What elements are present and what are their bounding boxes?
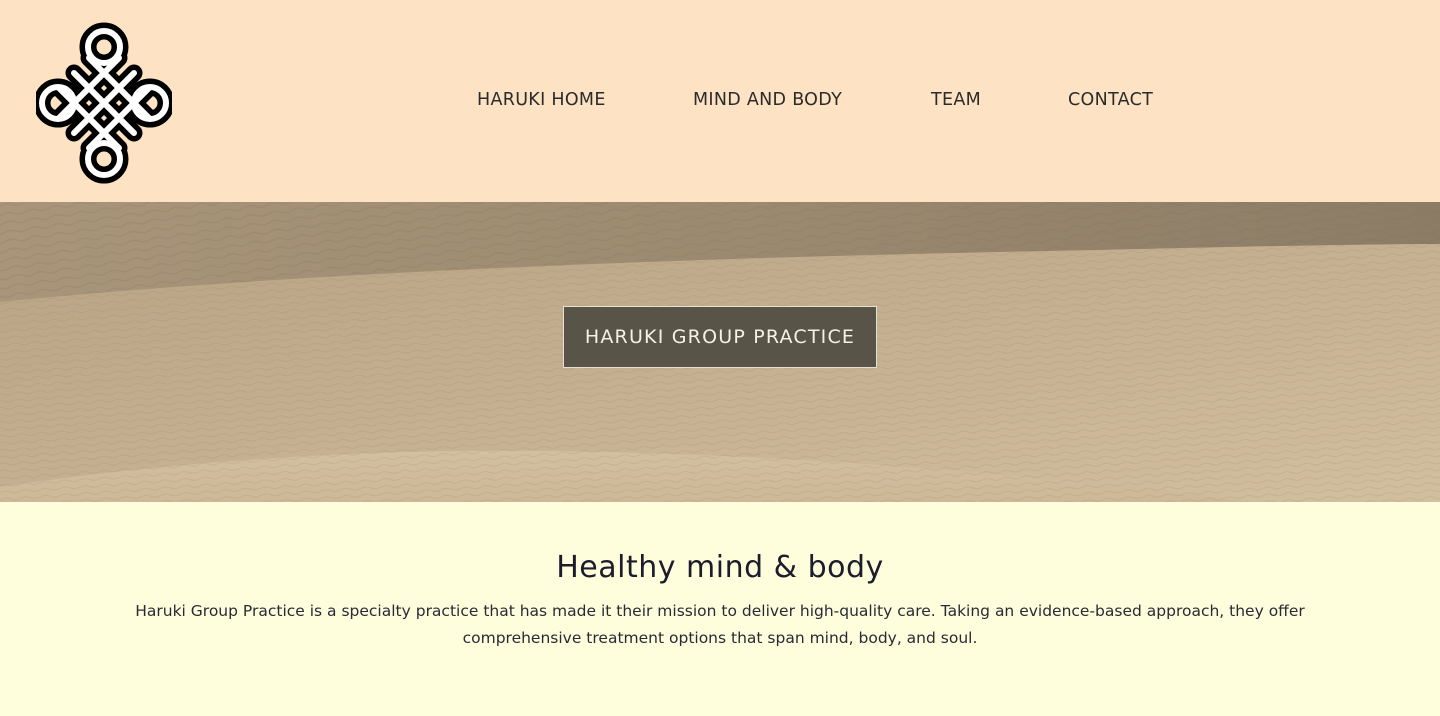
intro-section: Healthy mind & body Haruki Group Practic… <box>0 502 1440 716</box>
intro-paragraph: Haruki Group Practice is a specialty pra… <box>135 602 1305 647</box>
nav-item-team[interactable]: TEAM <box>931 88 981 112</box>
main-nav: HARUKI HOME MIND AND BODY TEAM CONTACT <box>0 88 1440 112</box>
nav-item-haruki-home[interactable]: HARUKI HOME <box>477 88 606 112</box>
nav-item-contact[interactable]: CONTACT <box>1068 88 1153 112</box>
nav-item-mind-and-body[interactable]: MIND AND BODY <box>693 88 842 112</box>
intro-heading: Healthy mind & body <box>556 550 884 585</box>
site-header: HARUKI HOME MIND AND BODY TEAM CONTACT <box>0 0 1440 202</box>
hero-title-button[interactable]: HARUKI GROUP PRACTICE <box>563 306 877 368</box>
